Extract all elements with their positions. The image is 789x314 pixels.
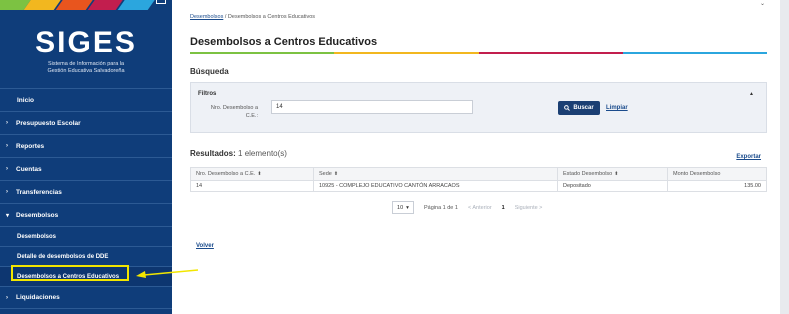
page-size-select[interactable]: 10 ▾ xyxy=(392,201,414,214)
current-page[interactable]: 1 xyxy=(502,205,505,211)
siges-logo[interactable]: SIGES Sistema de Información para la Ges… xyxy=(0,28,172,75)
column-header-sede[interactable]: Sede ⬍ xyxy=(313,167,558,181)
page-size-value: 10 xyxy=(397,204,404,211)
main-content: Desembolsos / Desembolsos a Centros Educ… xyxy=(190,0,767,314)
cell-sede: 10925 - COMPLEJO EDUCATIVO CANTÓN ARRACA… xyxy=(313,180,558,192)
sidebar-item-label: Desembolsos xyxy=(17,233,57,240)
sort-icon: ⬍ xyxy=(257,171,262,177)
column-header-label: Estado Desembolso xyxy=(563,171,613,177)
sidebar-item-inicio[interactable]: Inicio xyxy=(0,88,172,111)
sort-icon: ⬍ xyxy=(333,171,339,177)
sidebar-item-presupuesto-escolar[interactable]: › Presupuesto Escolar xyxy=(0,111,172,134)
column-header-monto: Monto Desembolso xyxy=(667,167,767,181)
sidebar-item-label: Desembolsos a Centros Educativos xyxy=(17,273,120,280)
breadcrumb-separator: / xyxy=(224,14,227,20)
breadcrumb-link-desembolsos[interactable]: Desembolsos xyxy=(190,14,223,20)
nro-desembolso-label: Nro. Desembolso a C.E.: xyxy=(198,104,258,120)
sidebar-item-desembolsos[interactable]: ▾ Desembolsos xyxy=(0,203,172,226)
breadcrumb: Desembolsos / Desembolsos a Centros Educ… xyxy=(190,14,315,20)
brand-color-bar xyxy=(0,0,172,10)
sidebar-item-label: Desembolsos xyxy=(16,211,59,219)
results-title: Resultados: 1 elemento(s) xyxy=(190,149,287,158)
logo-subtitle: Sistema de Información para la Gestión E… xyxy=(0,61,172,75)
page-title: Desembolsos a Centros Educativos xyxy=(190,36,378,48)
sort-icon: ⬍ xyxy=(614,171,619,177)
search-icon xyxy=(564,105,571,111)
clear-link[interactable]: Limpiar xyxy=(606,105,628,111)
column-header-label: Sede xyxy=(319,171,332,177)
chevron-right-icon: › xyxy=(6,189,8,195)
nro-desembolso-input[interactable]: 14 xyxy=(271,100,473,114)
search-button[interactable]: Buscar xyxy=(558,101,600,115)
sidebar-item-reportes[interactable]: › Reportes xyxy=(0,134,172,157)
app-page: SIGES Sistema de Información para la Ges… xyxy=(0,0,789,314)
search-button-label: Buscar xyxy=(573,105,594,111)
sidebar-item-transferencias[interactable]: › Transferencias xyxy=(0,180,172,203)
pagination: 10 ▾ Página 1 de 1 < Anterior 1 Siguient… xyxy=(392,201,542,214)
chevron-down-icon[interactable]: ⌄ xyxy=(760,0,765,7)
sidebar-item-label: Detalle de desembolsos de DDE xyxy=(17,253,109,260)
logo-subtitle-line2: Gestión Educativa Salvadoreña xyxy=(47,68,125,74)
search-section-title: Búsqueda xyxy=(190,67,229,76)
sidebar-item-label: Liquidaciones xyxy=(16,294,60,301)
column-header-nro[interactable]: Nro. Desembolso a C.E. ⬍ xyxy=(190,167,314,181)
sidebar-subitem-desembolsos[interactable]: Desembolsos xyxy=(0,226,172,246)
results-table: Nro. Desembolso a C.E. ⬍ Sede ⬍ Estado Des… xyxy=(190,167,767,192)
cell-nro: 14 xyxy=(190,180,314,192)
sidebar-item-label: Transferencias xyxy=(16,188,62,196)
collapse-icon[interactable]: ▲ xyxy=(749,91,754,97)
sidebar-item-liquidaciones[interactable]: › Liquidaciones xyxy=(0,286,172,309)
back-link[interactable]: Volver xyxy=(196,243,214,249)
cell-monto: 135.00 xyxy=(667,180,767,192)
results-count: 1 elemento(s) xyxy=(238,149,287,158)
sidebar-item-cuentas[interactable]: › Cuentas xyxy=(0,157,172,180)
logo-title: SIGES xyxy=(35,26,137,59)
sidebar-item-label: Presupuesto Escolar xyxy=(16,119,81,127)
sidebar-item-label: Inicio xyxy=(17,96,34,104)
chevron-right-icon: › xyxy=(6,294,8,301)
breadcrumb-current: Desembolsos a Centros Educativos xyxy=(227,14,316,20)
column-header-label: Monto Desembolso xyxy=(673,171,721,177)
table-row: 14 10925 - COMPLEJO EDUCATIVO CANTÓN ARR… xyxy=(190,180,767,192)
scrollbar[interactable] xyxy=(780,0,789,314)
nro-desembolso-label-line1: Nro. Desembolso a xyxy=(210,105,258,111)
nro-desembolso-label-line2: C.E.: xyxy=(245,113,258,119)
export-link[interactable]: Exportar xyxy=(736,154,761,160)
chevron-down-icon: ▾ xyxy=(6,212,10,219)
page-info: Página 1 de 1 xyxy=(424,204,458,211)
title-color-bar xyxy=(190,52,767,54)
sidebar-subitem-detalle-dde[interactable]: Detalle de desembolsos de DDE xyxy=(0,246,172,266)
filters-title: Filtros xyxy=(198,91,217,97)
column-header-label: Nro. Desembolso a C.E. xyxy=(196,171,256,177)
column-header-estado[interactable]: Estado Desembolso ⬍ xyxy=(557,167,668,181)
table-header-row: Nro. Desembolso a C.E. ⬍ Sede ⬍ Estado Des… xyxy=(190,167,767,181)
chevron-right-icon: › xyxy=(6,143,8,149)
sidebar-item-label: Cuentas xyxy=(16,165,42,173)
cell-estado: Depositado xyxy=(557,180,668,192)
chevron-down-icon: ▾ xyxy=(406,204,409,211)
results-label: Resultados: xyxy=(190,149,236,158)
sidebar-item-label: Reportes xyxy=(16,142,45,150)
logo-subtitle-line1: Sistema de Información para la xyxy=(47,61,125,67)
chevron-right-icon: › xyxy=(6,120,8,126)
filter-panel: Filtros ▲ Nro. Desembolso a C.E.: 14 Bus… xyxy=(190,82,767,133)
menu-toggle-icon[interactable] xyxy=(156,0,166,4)
prev-page-link[interactable]: < Anterior xyxy=(468,205,492,211)
chevron-right-icon: › xyxy=(6,166,8,172)
next-page-link[interactable]: Siguiente > xyxy=(515,205,543,211)
